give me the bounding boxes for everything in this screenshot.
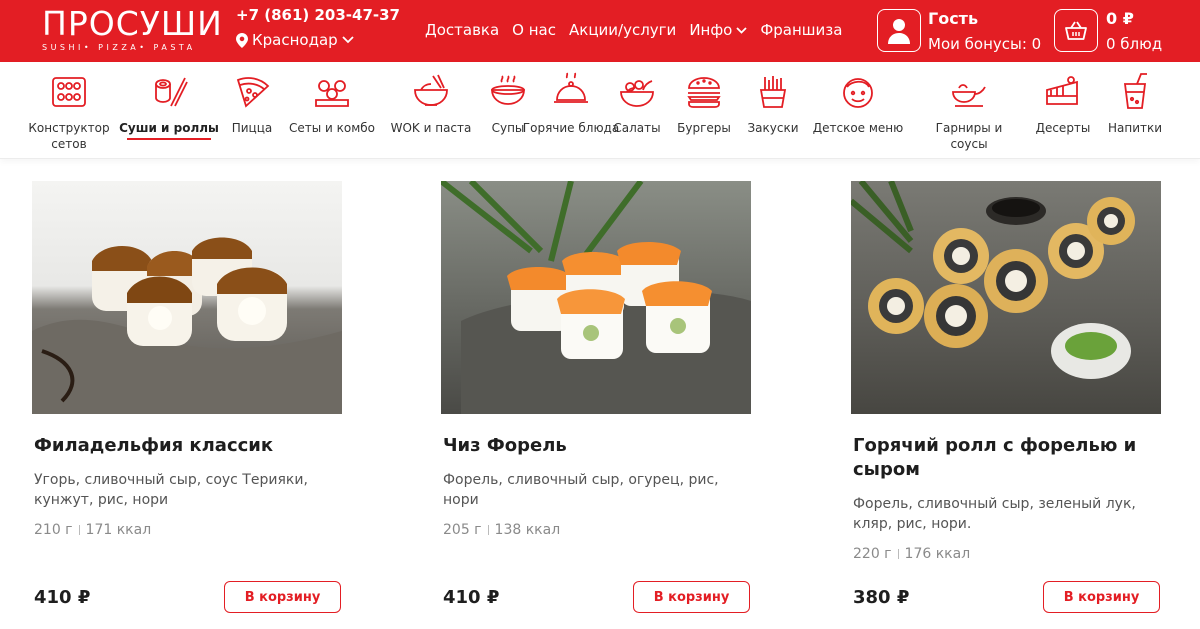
site-header: ПРОСУШИ SUSHI• PIZZA• PASTA +7 (861) 203… xyxy=(0,0,1200,62)
hot-roll-photo xyxy=(851,181,1161,414)
nav-about[interactable]: О нас xyxy=(512,21,556,39)
chevron-down-icon xyxy=(736,26,747,34)
product-meta: 205 г 138 ккал xyxy=(443,522,560,538)
trout-roll-photo xyxy=(441,181,751,414)
product-calories: 138 ккал xyxy=(494,522,561,538)
product-card: Филадельфия классик Угорь, сливочный сыр… xyxy=(32,181,342,621)
meta-separator xyxy=(897,549,899,559)
burger-icon xyxy=(687,77,721,108)
product-calories: 176 ккал xyxy=(904,546,971,562)
cart-button[interactable] xyxy=(1054,9,1098,52)
product-description: Форель, сливочный сыр, огурец, рис, нори xyxy=(443,472,719,508)
product-weight: 210 г xyxy=(34,522,73,538)
set-builder-icon xyxy=(52,77,86,107)
logo-text: ПРОСУШИ xyxy=(42,4,223,43)
product-calories: 171 ккал xyxy=(85,522,152,538)
product-meta: 210 г 171 ккал xyxy=(34,522,151,538)
product-price: 380 ₽ xyxy=(853,587,910,608)
product-photo[interactable] xyxy=(441,181,751,414)
kids-menu-icon xyxy=(843,78,873,108)
top-navigation: Доставка О нас Акции/услуги Инфо Франшиз… xyxy=(425,21,842,39)
phone-number[interactable]: +7 (861) 203-47-37 xyxy=(236,6,400,24)
add-to-cart-button[interactable]: В корзину xyxy=(224,581,341,613)
add-to-cart-button[interactable]: В корзину xyxy=(1043,581,1160,613)
nav-franchise[interactable]: Франшиза xyxy=(760,21,842,39)
meta-separator xyxy=(78,525,80,535)
product-description: Форель, сливочный сыр, зеленый лук, кляр… xyxy=(853,496,1136,532)
sauce-icon xyxy=(952,84,986,107)
cart-count: 0 блюд xyxy=(1106,35,1163,53)
product-card: Чиз Форель Форель, сливочный сыр, огурец… xyxy=(441,181,751,621)
sushi-rolls-icon xyxy=(155,77,188,107)
category-kids-menu[interactable]: Детское меню xyxy=(808,72,908,136)
add-to-cart-button[interactable]: В корзину xyxy=(633,581,750,613)
product-price: 410 ₽ xyxy=(34,587,91,608)
nav-info[interactable]: Инфо xyxy=(689,21,747,39)
drink-icon xyxy=(1123,73,1147,109)
product-price: 410 ₽ xyxy=(443,587,500,608)
user-button[interactable] xyxy=(877,9,921,52)
product-title[interactable]: Чиз Форель xyxy=(443,434,743,458)
city-selector[interactable]: Краснодар xyxy=(236,31,354,49)
hot-dish-icon xyxy=(554,72,588,103)
snacks-icon xyxy=(759,76,787,108)
category-label: Сеты и комбо xyxy=(288,121,376,135)
location-pin-icon xyxy=(236,32,248,48)
category-label: Детское меню xyxy=(812,121,904,135)
category-sets-combo[interactable]: Сеты и комбо xyxy=(282,72,382,136)
nav-promotions[interactable]: Акции/услуги xyxy=(569,21,676,39)
product-card: Горячий ролл с форелью и сыром Форель, с… xyxy=(851,181,1161,621)
salad-icon xyxy=(620,80,654,107)
active-underline xyxy=(127,138,211,140)
meta-separator xyxy=(487,525,489,535)
city-label: Краснодар xyxy=(252,31,338,49)
product-photo[interactable] xyxy=(851,181,1161,414)
user-name: Гость xyxy=(928,9,979,28)
nav-info-label: Инфо xyxy=(689,21,733,39)
chevron-down-icon xyxy=(342,36,354,44)
eel-roll-photo xyxy=(32,181,342,414)
user-icon xyxy=(888,18,910,44)
user-bonus: Мои бонусы: 0 xyxy=(928,35,1042,53)
category-label: Напитки xyxy=(1107,121,1163,135)
product-weight: 205 г xyxy=(443,522,482,538)
category-sides-sauces[interactable]: Гарниры и соусы xyxy=(919,72,1019,152)
category-label: Гарниры и соусы xyxy=(935,121,1003,151)
category-drinks[interactable]: Напитки xyxy=(1085,72,1185,136)
cart-info[interactable]: 0 ₽ 0 блюд xyxy=(1106,9,1162,55)
pizza-icon xyxy=(236,77,270,108)
logo-subtitle: SUSHI• PIZZA• PASTA xyxy=(42,43,196,52)
product-photo[interactable] xyxy=(32,181,342,414)
user-info[interactable]: Гость Мои бонусы: 0 xyxy=(928,9,1041,55)
product-title[interactable]: Горячий ролл с форелью и сыром xyxy=(853,434,1153,482)
category-set-builder[interactable]: Конструктор сетов xyxy=(19,72,119,152)
product-title[interactable]: Филадельфия классик xyxy=(34,434,334,458)
wok-icon xyxy=(414,74,448,106)
category-bar: Конструктор сетов Суши и роллы Пицца Сет… xyxy=(0,62,1200,159)
logo[interactable]: ПРОСУШИ SUSHI• PIZZA• PASTA xyxy=(42,4,223,53)
nav-delivery[interactable]: Доставка xyxy=(425,21,499,39)
dessert-icon xyxy=(1046,76,1078,105)
product-meta: 220 г 176 ккал xyxy=(853,546,970,562)
product-weight: 220 г xyxy=(853,546,892,562)
category-label: Конструктор сетов xyxy=(28,121,110,151)
basket-icon xyxy=(1065,21,1087,40)
product-description: Угорь, сливочный сыр, соус Терияки, кунж… xyxy=(34,472,308,508)
sets-combo-icon xyxy=(315,80,349,107)
cart-total: 0 ₽ xyxy=(1106,9,1134,28)
